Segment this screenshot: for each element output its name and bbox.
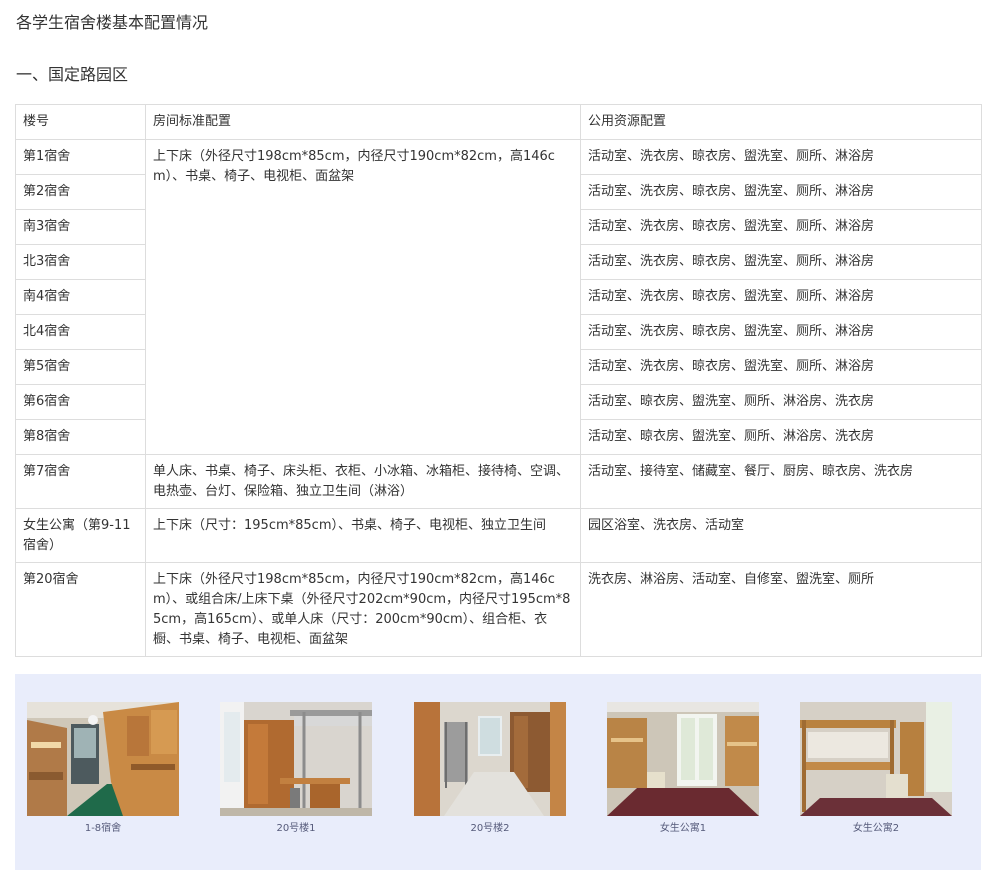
public-config-cell: 活动室、洗衣房、晾衣房、盥洗室、厕所、淋浴房 bbox=[580, 349, 982, 385]
page-title: 各学生宿舍楼基本配置情况 bbox=[16, 13, 209, 32]
header-room-config: 房间标准配置 bbox=[145, 104, 581, 140]
photo-gallery: 1-8宿舍 20号楼1 20号楼2 女生公寓1 女生公寓2 bbox=[15, 674, 981, 870]
building-cell: 北3宿舍 bbox=[15, 244, 146, 280]
building-cell: 第6宿舍 bbox=[15, 384, 146, 420]
table-header-row: 楼号 房间标准配置 公用资源配置 bbox=[15, 104, 982, 140]
building-cell: 南3宿舍 bbox=[15, 209, 146, 245]
header-public-config: 公用资源配置 bbox=[580, 104, 982, 140]
public-config-cell: 活动室、晾衣房、盥洗室、厕所、淋浴房、洗衣房 bbox=[580, 384, 982, 420]
page: 各学生宿舍楼基本配置情况 一、国定路园区 楼号 房间标准配置 公用资源配置 第1… bbox=[0, 0, 996, 892]
photo-caption: 1-8宿舍 bbox=[84, 823, 122, 834]
public-config-cell: 活动室、晾衣房、盥洗室、厕所、淋浴房、洗衣房 bbox=[580, 419, 982, 455]
dorm-room-photo-icon[interactable] bbox=[220, 702, 372, 816]
room-config-cell: 单人床、书桌、椅子、床头柜、衣柜、小冰箱、冰箱柜、接待椅、空调、电热壶、台灯、保… bbox=[145, 454, 581, 509]
photo-card[interactable] bbox=[27, 702, 179, 816]
room-config-cell: 上下床（尺寸：195cm*85cm）、书桌、椅子、电视柜、独立卫生间 bbox=[145, 508, 581, 563]
building-cell: 南4宿舍 bbox=[15, 279, 146, 315]
table-row: 第1宿舍 上下床（外径尺寸198cm*85cm，内径尺寸190cm*82cm，高… bbox=[15, 139, 982, 455]
table-row: 女生公寓（第9-11宿舍） 上下床（尺寸：195cm*85cm）、书桌、椅子、电… bbox=[15, 508, 982, 563]
public-config-cell: 活动室、洗衣房、晾衣房、盥洗室、厕所、淋浴房 bbox=[580, 209, 982, 245]
building-cell: 第7宿舍 bbox=[15, 454, 146, 509]
building-cell: 北4宿舍 bbox=[15, 314, 146, 350]
building-cell: 第8宿舍 bbox=[15, 419, 146, 455]
room-config-cell: 上下床（外径尺寸198cm*85cm，内径尺寸190cm*82cm，高146cm… bbox=[145, 562, 581, 657]
public-config-cell: 活动室、洗衣房、晾衣房、盥洗室、厕所、淋浴房 bbox=[580, 174, 982, 210]
public-config-cell: 活动室、洗衣房、晾衣房、盥洗室、厕所、淋浴房 bbox=[580, 314, 982, 350]
photo-caption: 女生公寓1 bbox=[659, 823, 707, 834]
table-row: 第20宿舍 上下床（外径尺寸198cm*85cm，内径尺寸190cm*82cm，… bbox=[15, 562, 982, 657]
photo-card[interactable] bbox=[607, 702, 759, 816]
table-row: 第7宿舍 单人床、书桌、椅子、床头柜、衣柜、小冰箱、冰箱柜、接待椅、空调、电热壶… bbox=[15, 454, 982, 509]
public-config-cell: 洗衣房、淋浴房、活动室、自修室、盥洗室、厕所 bbox=[580, 562, 982, 657]
public-config-cell: 活动室、洗衣房、晾衣房、盥洗室、厕所、淋浴房 bbox=[580, 279, 982, 315]
photo-caption: 20号楼1 bbox=[276, 823, 316, 834]
section-title: 一、国定路园区 bbox=[16, 65, 129, 84]
dorm-room-photo-icon[interactable] bbox=[27, 702, 179, 816]
photo-card[interactable] bbox=[220, 702, 372, 816]
public-config-cell: 园区浴室、洗衣房、活动室 bbox=[580, 508, 982, 563]
public-config-cell: 活动室、接待室、储藏室、餐厅、厨房、晾衣房、洗衣房 bbox=[580, 454, 982, 509]
building-cell: 第1宿舍 bbox=[15, 139, 146, 175]
photo-caption: 女生公寓2 bbox=[852, 823, 900, 834]
dorm-room-photo-icon[interactable] bbox=[414, 702, 566, 816]
public-config-cell: 活动室、洗衣房、晾衣房、盥洗室、厕所、淋浴房 bbox=[580, 244, 982, 280]
dorm-room-photo-icon[interactable] bbox=[800, 702, 952, 816]
building-cell: 第2宿舍 bbox=[15, 174, 146, 210]
building-cell: 女生公寓（第9-11宿舍） bbox=[15, 508, 146, 563]
public-config-cell: 活动室、洗衣房、晾衣房、盥洗室、厕所、淋浴房 bbox=[580, 139, 982, 175]
photo-card[interactable] bbox=[414, 702, 566, 816]
photo-caption: 20号楼2 bbox=[470, 823, 510, 834]
dorm-config-table: 楼号 房间标准配置 公用资源配置 第1宿舍 上下床（外径尺寸198cm*85cm… bbox=[15, 104, 982, 657]
building-cell: 第5宿舍 bbox=[15, 349, 146, 385]
building-cell: 第20宿舍 bbox=[15, 562, 146, 657]
header-building: 楼号 bbox=[15, 104, 146, 140]
room-config-cell-shared: 上下床（外径尺寸198cm*85cm，内径尺寸190cm*82cm，高146cm… bbox=[145, 139, 581, 455]
photo-card[interactable] bbox=[800, 702, 952, 816]
dorm-room-photo-icon[interactable] bbox=[607, 702, 759, 816]
